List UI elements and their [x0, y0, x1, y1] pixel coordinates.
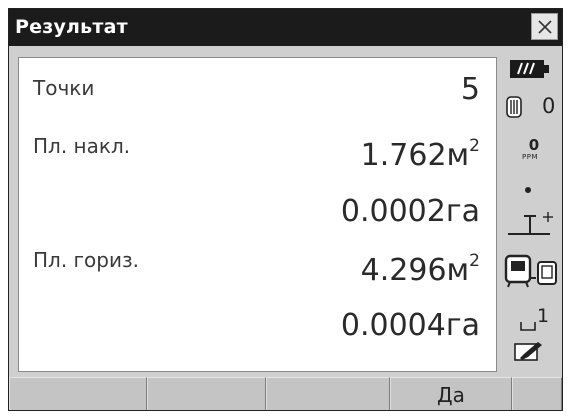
softkey-5[interactable]: [512, 377, 562, 410]
softkey-1[interactable]: [9, 377, 147, 410]
instrument-memory-icon: [504, 254, 557, 288]
slope-area-ha-value: 0.0002га: [341, 194, 480, 229]
ppm-value: 0: [528, 136, 540, 154]
horizontal-area-ha-value: 0.0004га: [341, 308, 480, 343]
memory-index-value: 1: [537, 305, 550, 327]
title-bar: Результат: [9, 9, 562, 46]
slope-area-label: Пл. накл.: [33, 134, 131, 158]
points-label: Точки: [33, 76, 95, 100]
horizontal-area-m2-value: 4.296м2: [361, 251, 480, 288]
slope-area-m2-exponent: 2: [469, 136, 480, 156]
horizontal-area-m2-exponent: 2: [469, 251, 480, 271]
prism-constant-value: 0: [542, 94, 556, 118]
horizontal-area-m2-text: 4.296м: [360, 253, 470, 288]
battery-icon: [510, 60, 549, 78]
target-height-icon: [508, 212, 553, 235]
softkey-bar: Да: [9, 377, 562, 410]
window-title: Результат: [15, 16, 128, 38]
prism-icon: [506, 96, 522, 118]
tilt-dot-icon: [525, 187, 531, 193]
close-icon: [538, 20, 552, 34]
softkey-3[interactable]: [266, 377, 390, 410]
ppm-label: PPM: [522, 153, 538, 161]
close-button[interactable]: [531, 13, 558, 40]
points-value-text: 5: [460, 72, 480, 107]
result-panel: Точки 5 Пл. накл. 1.762м2 0.0002га Пл. г…: [18, 57, 497, 372]
horizontal-area-label: Пл. гориз.: [33, 248, 139, 272]
edit-pen-icon: [514, 342, 542, 361]
softkey-2[interactable]: [147, 377, 266, 410]
horizontal-area-ha-text: 0.0004га: [340, 308, 480, 343]
slope-area-m2-text: 1.762м: [360, 138, 470, 173]
yes-softkey-label: Да: [437, 383, 465, 407]
yes-softkey[interactable]: Да: [390, 377, 512, 410]
slope-area-m2-value: 1.762м2: [361, 136, 480, 173]
status-column: 0 0 PPM 1: [500, 52, 562, 377]
slope-area-ha-text: 0.0002га: [340, 194, 480, 229]
input-mode-icon: [520, 322, 536, 331]
points-value: 5: [461, 72, 480, 107]
screen: Результат Точки 5 Пл. накл. 1.762м2 0.00…: [0, 0, 571, 419]
